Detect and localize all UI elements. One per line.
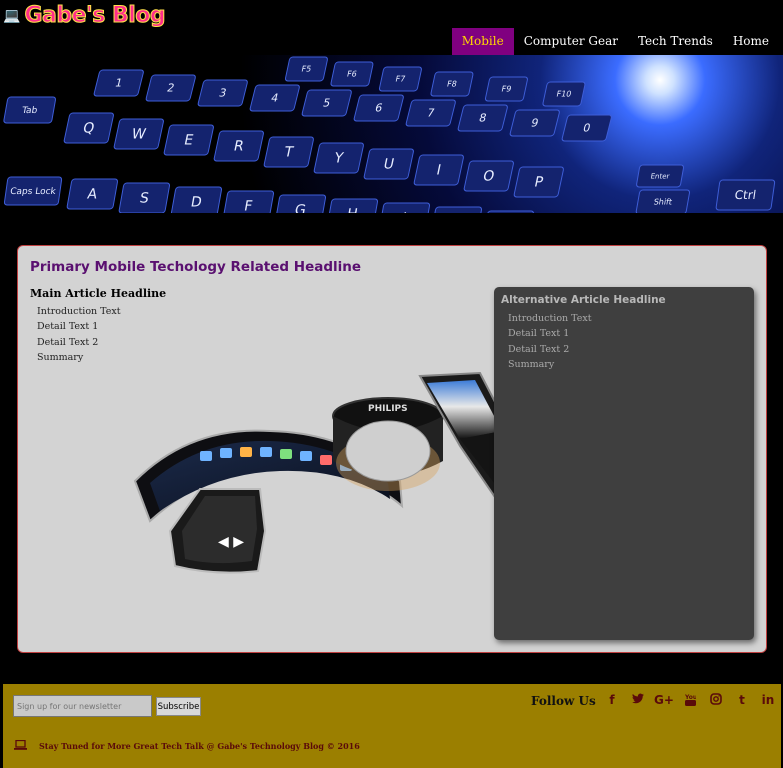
svg-text:G: G [293,203,307,213]
facebook-icon[interactable]: f [599,693,625,709]
alternative-article-lines: Introduction Text Detail Text 1 Detail T… [508,311,592,373]
nav-item-mobile[interactable]: Mobile [451,28,514,55]
twitter-icon[interactable] [625,693,651,709]
keyboard-key: S [118,182,171,213]
subscribe-button[interactable]: Subscribe [156,697,201,716]
keyboard-key: E [163,124,214,156]
keyboard-key: Caps Lock [3,176,63,206]
logo-text: Gabe's Blog [24,3,166,29]
main-content-card: Primary Mobile Techology Related Headlin… [17,245,767,653]
keyboard-key: U [363,148,414,180]
linkedin-icon[interactable]: in [755,693,781,709]
copyright-text: Stay Tuned for More Great Tech Talk @ Ga… [39,741,360,751]
instagram-icon[interactable] [703,693,729,709]
svg-text:Shift: Shift [653,198,673,207]
top-bar: 💻 Gabe's Blog Mobile Computer Gear Tech … [0,0,783,55]
svg-text:Caps Lock: Caps Lock [9,187,57,197]
alternative-article-headline[interactable]: Alternative Article Headline [501,294,666,306]
keyboard-key: 2 [145,74,196,102]
keyboard-key: Enter [636,164,685,188]
alternative-article-card: Alternative Article Headline Introductio… [494,287,754,640]
svg-text:H: H [346,207,359,213]
main-article-summary: Summary [37,352,84,364]
keyboard-key: Y [313,142,364,174]
nav-item-tech-trends[interactable]: Tech Trends [628,28,723,55]
youtube-icon[interactable]: You [677,693,703,709]
svg-text:You: You [685,694,696,701]
svg-text:◀ ▶: ◀ ▶ [218,534,244,550]
social-links: f G+ You t in [599,693,781,709]
keyboard-key: A [66,178,119,210]
nav-item-home[interactable]: Home [723,28,779,55]
keyboard-key: H [326,198,379,213]
keyboard-key: P [513,166,564,198]
alt-article-intro: Introduction Text [508,313,592,324]
keyboard-key: L [482,210,535,213]
main-article-detail-2: Detail Text 2 [37,336,99,348]
keyboard-key: R [213,130,264,162]
keyboard-key: F6 [330,61,374,87]
primary-headline: Primary Mobile Techology Related Headlin… [30,259,362,275]
alt-article-detail-1: Detail Text 1 [508,328,570,340]
follow-us-label: Follow Us [531,694,596,708]
main-article-intro: Introduction Text [37,306,121,317]
svg-text:F10: F10 [556,89,573,99]
device-brand: PHILIPS [368,404,408,414]
keyboard-key: F5 [284,56,328,82]
keyboard-key: F [222,190,275,213]
keyboard-key: 5 [301,89,352,117]
keyboard-key: 6 [353,94,404,122]
site-footer: Subscribe Follow Us f G+ You t in Stay T… [3,684,781,768]
keyboard-key: G [274,194,327,213]
main-article-headline[interactable]: Main Article Headline [30,287,166,300]
keyboard-key: Ctrl [715,179,776,211]
svg-text:Tab: Tab [20,106,38,116]
site-logo[interactable]: 💻 Gabe's Blog [3,3,166,29]
svg-text:Ctrl: Ctrl [734,188,757,202]
keyboard-key: K [430,206,483,213]
keyboard-key: 3 [197,79,248,107]
hero-keyboard-banner: F5 F6 F7 F8 F9 F10 1 2 3 4 5 6 7 8 9 0 Tab Q W E R T Y U I O P Caps… [0,55,783,213]
tumblr-icon[interactable]: t [729,693,755,709]
keyboard-key: Tab [3,96,57,124]
keyboard-key: Q [63,112,114,144]
keyboard-image: F5F6F7 F8 F9 F10 1 2 3 4 5 6 7 8 9 0 Tab Q W E R T Y U I O P Caps… [3,56,776,213]
keyboard-key: 9 [509,109,560,137]
laptop-icon: 💻 [3,7,21,24]
keyboard-key: W [113,118,164,150]
keyboard-key: O [463,160,514,192]
newsletter-email-input[interactable] [13,695,152,717]
keyboard-key: 8 [457,104,508,132]
keyboard-key: I [413,154,464,186]
keyboard-key: 0 [561,114,612,142]
nav-item-computer-gear[interactable]: Computer Gear [514,28,628,55]
keyboard-key: 7 [405,99,456,127]
keyboard-key: J [378,202,431,213]
keyboard-key: F8 [430,71,474,97]
keyboard-key: F10 [542,81,586,107]
alt-article-summary: Summary [508,359,555,371]
keyboard-key: T [263,136,314,168]
keyboard-key: F9 [484,76,528,102]
laptop-icon [14,740,27,750]
keyboard-key: Shift [635,189,691,213]
main-nav: Mobile Computer Gear Tech Trends Home [451,28,779,55]
keyboard-key: F7 [378,66,422,92]
keyboard-key: 4 [249,84,300,112]
main-article-detail-1: Detail Text 1 [37,321,99,333]
main-article: Main Article Headline Introduction Text … [30,287,166,366]
keyboard-key: D [170,186,223,213]
google-plus-icon[interactable]: G+ [651,693,677,709]
alt-article-detail-2: Detail Text 2 [508,343,570,355]
keyboard-key: 1 [93,69,144,97]
svg-text:Enter: Enter [650,171,670,180]
